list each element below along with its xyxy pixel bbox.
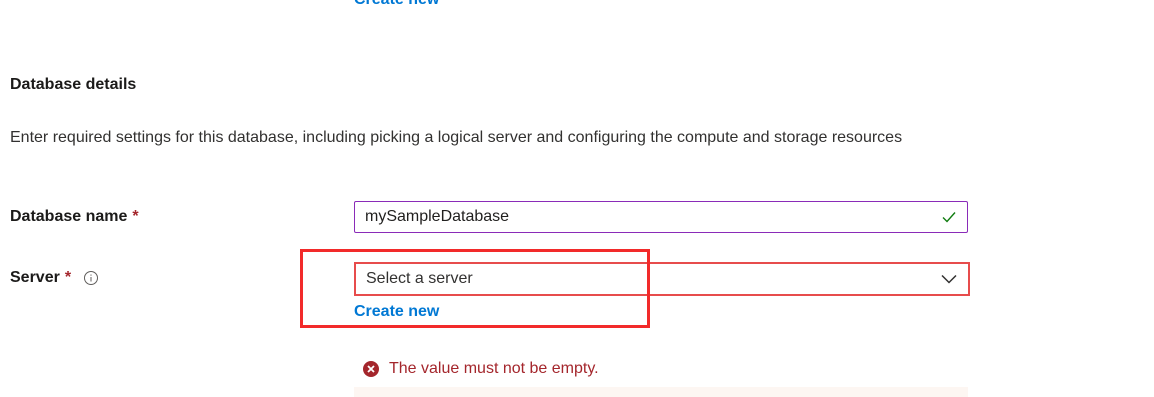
- database-name-label-text: Database name: [10, 208, 128, 225]
- server-create-new-link[interactable]: Create new: [354, 303, 439, 321]
- database-name-value: mySampleDatabase: [365, 208, 510, 225]
- section-title: Database details: [10, 76, 137, 93]
- server-error: The value must not be empty.: [363, 360, 599, 378]
- database-name-input[interactable]: mySampleDatabase: [354, 201, 968, 233]
- error-circle-icon: [363, 361, 379, 377]
- server-select[interactable]: Select a server: [354, 262, 970, 296]
- check-icon: [942, 212, 956, 223]
- server-label: Server *: [10, 269, 99, 287]
- error-detail-bar: [354, 387, 968, 397]
- database-name-label: Database name *: [10, 208, 139, 226]
- previous-create-new-link[interactable]: Create new: [354, 0, 439, 9]
- server-label-text: Server: [10, 269, 60, 286]
- info-icon[interactable]: [83, 270, 99, 286]
- error-message: The value must not be empty.: [389, 360, 599, 377]
- chevron-down-icon: [941, 274, 957, 284]
- server-select-placeholder: Select a server: [366, 270, 473, 287]
- required-marker: *: [132, 208, 139, 225]
- section-description: Enter required settings for this databas…: [10, 129, 903, 146]
- required-marker: *: [64, 269, 72, 286]
